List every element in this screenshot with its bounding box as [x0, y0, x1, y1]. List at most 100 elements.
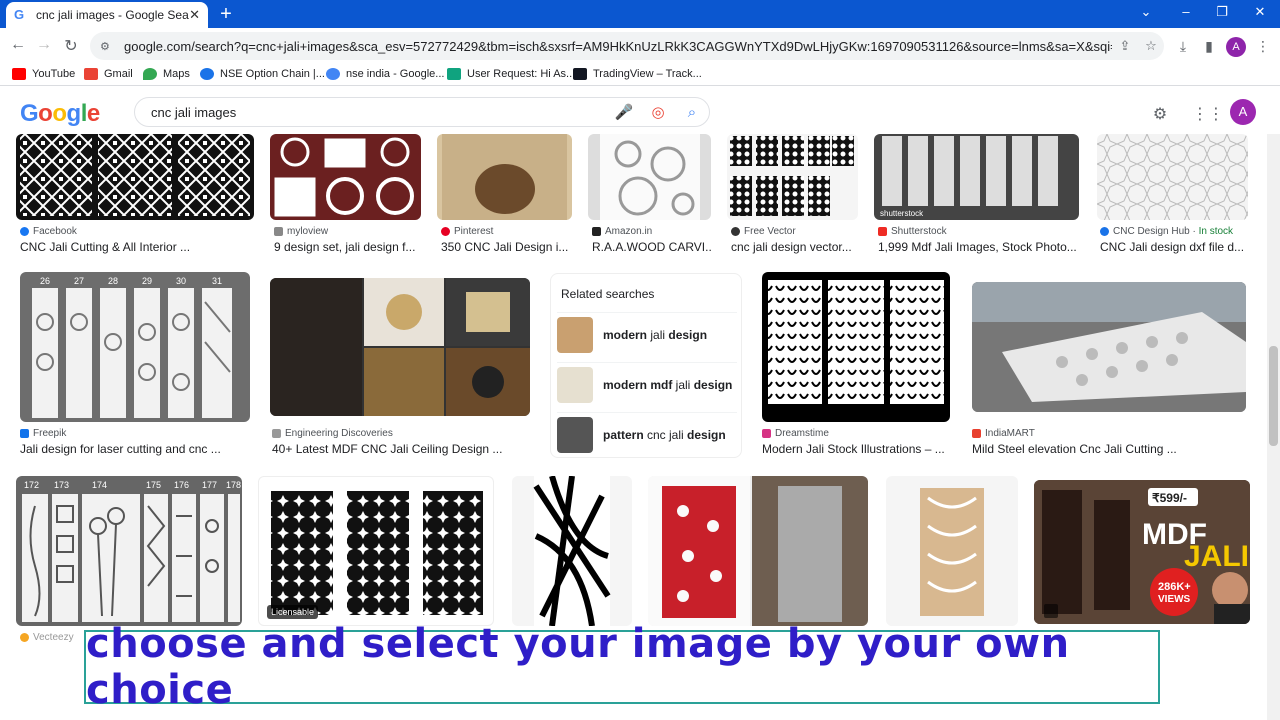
search-icon[interactable]: ⌕	[675, 104, 709, 121]
result-thumb-17[interactable]: ₹599/- MDF JALI 286K+ VIEWS	[1034, 480, 1250, 624]
circle-jali-panel-image	[600, 134, 700, 220]
jali-vector-set-image	[730, 136, 854, 216]
result-title-1[interactable]: CNC Jali Cutting & All Interior ...	[20, 240, 250, 254]
facebook-icon	[20, 227, 29, 236]
google-logo-letter: G	[20, 100, 39, 127]
google-logo-letter: e	[86, 100, 100, 127]
bookmark-maps[interactable]: Maps	[143, 68, 190, 80]
result-thumb-16[interactable]	[886, 476, 1018, 626]
result-thumb-7[interactable]	[1097, 134, 1248, 220]
result-source-7: CNC Design Hub · In stock	[1100, 226, 1233, 237]
result-source-8: Freepik	[20, 428, 66, 439]
google-header: Google cnc jali images 🎤 ◎ ⌕ ⚙ ⋮⋮	[0, 90, 1280, 134]
modern-jali-stock-image	[768, 280, 944, 404]
design-number-label: 173	[54, 480, 69, 490]
result-title-11[interactable]: Mild Steel elevation Cnc Jali Cutting ..…	[972, 442, 1246, 456]
bookmark-nse-option-chain[interactable]: NSE Option Chain |...	[200, 68, 325, 80]
related-search-item[interactable]: modern jali design	[557, 312, 737, 356]
carved-partition-image	[442, 134, 567, 220]
browser-profile-avatar[interactable]: A	[1226, 37, 1246, 57]
settings-gear-icon[interactable]: ⚙	[1150, 104, 1170, 124]
mild-steel-jali-image	[972, 282, 1246, 412]
site-info-icon[interactable]: ⚙	[100, 40, 116, 53]
browser-tab[interactable]: G cnc jali images - Google Search ✕	[6, 2, 208, 28]
bookmark-youtube[interactable]: YouTube	[12, 68, 75, 80]
bookmark-gmail[interactable]: Gmail	[84, 68, 133, 80]
video-play-icon	[1044, 604, 1058, 618]
result-thumb-14[interactable]	[512, 476, 632, 626]
result-thumb-3[interactable]	[437, 134, 572, 220]
design-number-label: 26	[40, 276, 50, 286]
result-thumb-8[interactable]: 26 27 28 29 30 31	[20, 272, 250, 422]
result-title-5[interactable]: cnc jali design vector...	[731, 240, 859, 254]
result-title-4[interactable]: R.A.A.WOOD CARVI...	[592, 240, 712, 254]
result-thumb-1[interactable]	[16, 134, 254, 220]
result-title-6[interactable]: 1,999 Mdf Jali Images, Stock Photo...	[878, 240, 1078, 254]
result-title-2[interactable]: 9 design set, jali design f...	[274, 240, 420, 254]
result-thumb-11[interactable]	[972, 282, 1246, 412]
close-window-button[interactable]: ✕	[1250, 4, 1270, 20]
browser-toolbar: ← → ↻ ⚙ google.com/search?q=cnc+jali+ima…	[0, 28, 1280, 64]
youtube-icon	[12, 68, 26, 80]
google-apps-icon[interactable]: ⋮⋮	[1192, 104, 1224, 124]
bookmark-tradingview[interactable]: TradingView – Track...	[573, 68, 702, 80]
result-title-7[interactable]: CNC Jali design dxf file d...	[1100, 240, 1248, 254]
forward-arrow-icon[interactable]: →	[34, 36, 54, 54]
address-bar[interactable]: ⚙ google.com/search?q=cnc+jali+images&sc…	[90, 32, 1164, 60]
numbered-jali-designs-image: 26 27 28 29 30 31	[32, 276, 232, 418]
result-thumb-13[interactable]: Licensable	[258, 476, 494, 626]
result-thumb-9[interactable]	[270, 278, 530, 416]
result-title-9[interactable]: 40+ Latest MDF CNC Jali Ceiling Design .…	[272, 442, 530, 456]
jali-ceiling-collage-image	[270, 278, 530, 416]
downloads-icon[interactable]: ⤓	[1174, 38, 1192, 55]
google-favicon-icon: G	[14, 7, 25, 22]
dreamstime-icon	[762, 429, 771, 438]
result-thumb-10[interactable]	[762, 272, 950, 422]
google-logo-letter: o	[52, 100, 67, 127]
result-title-10[interactable]: Modern Jali Stock Illustrations – ...	[762, 442, 950, 456]
page-scrollbar-thumb[interactable]	[1269, 346, 1278, 446]
related-search-item[interactable]: modern mdf jali design	[557, 362, 737, 406]
new-tab-button[interactable]: +	[216, 4, 236, 24]
result-title-8[interactable]: Jali design for laser cutting and cnc ..…	[20, 442, 250, 456]
chatgpt-icon	[447, 68, 461, 80]
mandala-pattern-image	[274, 137, 414, 217]
result-thumb-6[interactable]: shutterstock	[874, 134, 1079, 220]
back-arrow-icon[interactable]: ←	[8, 36, 28, 54]
bookmark-user-request[interactable]: User Request: Hi As...	[447, 68, 575, 80]
result-title-3[interactable]: 350 CNC Jali Design i...	[441, 240, 571, 254]
gmail-icon	[84, 68, 98, 80]
browser-menu-icon[interactable]: ⋮	[1254, 38, 1272, 55]
search-input[interactable]: cnc jali images	[151, 105, 607, 120]
star-jali-panels-image	[271, 491, 483, 615]
related-search-item[interactable]: pattern cnc jali design	[557, 412, 737, 456]
reload-icon[interactable]: ↻	[61, 36, 81, 56]
result-thumb-2[interactable]	[270, 134, 421, 220]
google-account-avatar[interactable]: A	[1230, 99, 1256, 125]
result-thumb-12[interactable]: 172 173 174 175 176 177 178	[16, 476, 242, 626]
amazon-icon	[592, 227, 601, 236]
maps-pin-icon	[143, 68, 157, 80]
google-logo[interactable]: Google	[20, 100, 100, 128]
browser-tab-strip: G cnc jali images - Google Search ✕ + ⌄ …	[0, 0, 1280, 28]
bookmark-nse-india-google[interactable]: nse india - Google...	[326, 68, 444, 80]
google-lens-icon[interactable]: ◎	[641, 103, 675, 121]
in-stock-label: In stock	[1198, 226, 1234, 237]
video-caption-banner: choose and select your image by your own…	[84, 621, 1160, 713]
tab-close-icon[interactable]: ✕	[189, 7, 200, 23]
share-icon[interactable]: ⇪	[1112, 38, 1138, 54]
result-source-12: Vecteezy	[20, 632, 74, 643]
address-url[interactable]: google.com/search?q=cnc+jali+images&sca_…	[124, 39, 1112, 54]
bookmark-star-icon[interactable]: ☆	[1138, 38, 1164, 54]
side-panel-icon[interactable]: ▮	[1200, 38, 1218, 55]
voice-search-mic-icon[interactable]: 🎤	[607, 103, 641, 121]
result-thumb-15[interactable]	[648, 476, 868, 626]
minimize-window-button[interactable]: –	[1176, 4, 1196, 19]
restore-window-button[interactable]: ❐	[1212, 4, 1232, 20]
tab-search-chevron-icon[interactable]: ⌄	[1136, 4, 1156, 20]
result-thumb-5[interactable]	[727, 134, 858, 220]
search-box[interactable]: cnc jali images 🎤 ◎ ⌕	[134, 97, 710, 127]
caption-text: choose and select your image by your own…	[86, 621, 1070, 713]
result-source-4: Amazon.in	[592, 226, 652, 237]
result-thumb-4[interactable]	[588, 134, 711, 220]
